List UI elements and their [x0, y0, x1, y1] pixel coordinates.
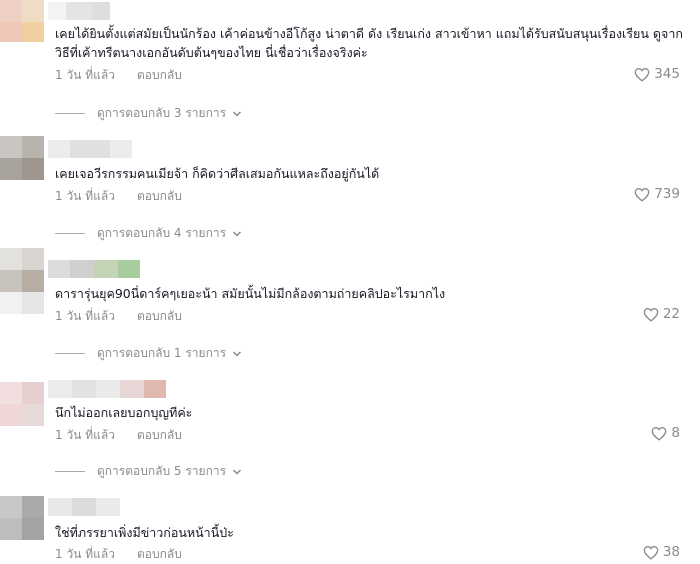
- chevron-down-icon: [233, 468, 242, 475]
- avatar[interactable]: [0, 248, 44, 292]
- avatar[interactable]: [0, 496, 44, 540]
- view-replies-label: ดูการตอบกลับ 5 รายการ: [97, 464, 227, 478]
- divider-line: [55, 471, 85, 472]
- like-count: 8: [671, 425, 680, 441]
- view-replies-button[interactable]: ดูการตอบกลับ 1 รายการ: [55, 344, 242, 363]
- heart-icon: [634, 67, 650, 82]
- divider-line: [55, 113, 85, 114]
- heart-icon: [652, 426, 667, 441]
- divider-line: [55, 233, 85, 234]
- view-replies-label: ดูการตอบกลับ 4 รายการ: [97, 226, 227, 240]
- divider-line: [55, 353, 85, 354]
- username-blurred[interactable]: [48, 140, 132, 158]
- like-count: 345: [654, 66, 680, 82]
- like-count: 22: [662, 306, 680, 322]
- avatar[interactable]: [0, 0, 44, 42]
- reply-button[interactable]: ตอบกลับ: [137, 307, 182, 326]
- comment-text: เคยได้ยินตั้งแต่สมัยเป็นนักร้อง เค้าค่อน…: [55, 26, 683, 60]
- view-replies-label: ดูการตอบกลับ 3 รายการ: [97, 106, 227, 120]
- reply-button[interactable]: ตอบกลับ: [137, 66, 182, 85]
- comment-timestamp: 1 วัน ที่แล้ว: [55, 68, 115, 82]
- username-blurred[interactable]: [48, 260, 140, 278]
- avatar[interactable]: [0, 136, 44, 180]
- heart-icon: [643, 307, 659, 322]
- chevron-down-icon: [233, 230, 242, 237]
- comment-timestamp: 1 วัน ที่แล้ว: [55, 428, 115, 442]
- like-button[interactable]: 38: [643, 544, 680, 560]
- like-button[interactable]: 22: [643, 306, 680, 322]
- comment-timestamp: 1 วัน ที่แล้ว: [55, 309, 115, 323]
- chevron-down-icon: [233, 350, 242, 357]
- comment-timestamp: 1 วัน ที่แล้ว: [55, 547, 115, 561]
- view-replies-label: ดูการตอบกลับ 1 รายการ: [97, 346, 227, 360]
- reply-button[interactable]: ตอบกลับ: [137, 545, 182, 564]
- like-count: 739: [654, 186, 680, 202]
- chevron-down-icon: [233, 110, 242, 117]
- heart-icon: [643, 545, 659, 560]
- like-count: 38: [662, 544, 680, 560]
- username-blurred[interactable]: [48, 380, 166, 398]
- comment-text: ดารารุ่นยุค90นี่ดาร์คๆเยอะน้า สมัยนั้นไม…: [55, 286, 446, 301]
- comment-text: เคยเจอวีรกรรมคนเมียจ้า ก็คิดว่าศีลเสมอกั…: [55, 166, 380, 181]
- view-replies-button[interactable]: ดูการตอบกลับ 5 รายการ: [55, 462, 242, 481]
- heart-icon: [634, 187, 650, 202]
- username-blurred[interactable]: [48, 2, 110, 20]
- like-button[interactable]: 8: [651, 425, 680, 441]
- like-button[interactable]: 345: [634, 66, 680, 82]
- avatar[interactable]: [0, 382, 44, 426]
- username-blurred[interactable]: [48, 498, 120, 516]
- reply-button[interactable]: ตอบกลับ: [137, 187, 182, 206]
- view-replies-button[interactable]: ดูการตอบกลับ 3 รายการ: [55, 104, 242, 123]
- reply-button[interactable]: ตอบกลับ: [137, 426, 182, 445]
- comment-timestamp: 1 วัน ที่แล้ว: [55, 189, 115, 203]
- like-button[interactable]: 739: [634, 186, 680, 202]
- view-replies-button[interactable]: ดูการตอบกลับ 4 รายการ: [55, 224, 242, 243]
- avatar-lower: [0, 292, 44, 314]
- comment-text: ใช่ที่ภรรยาเพิ่งมีข่าวก่อนหน้านี้ป่ะ: [55, 525, 234, 540]
- comment-text: นึกไม่ออกเลยบอกบุญทีค่ะ: [55, 405, 193, 420]
